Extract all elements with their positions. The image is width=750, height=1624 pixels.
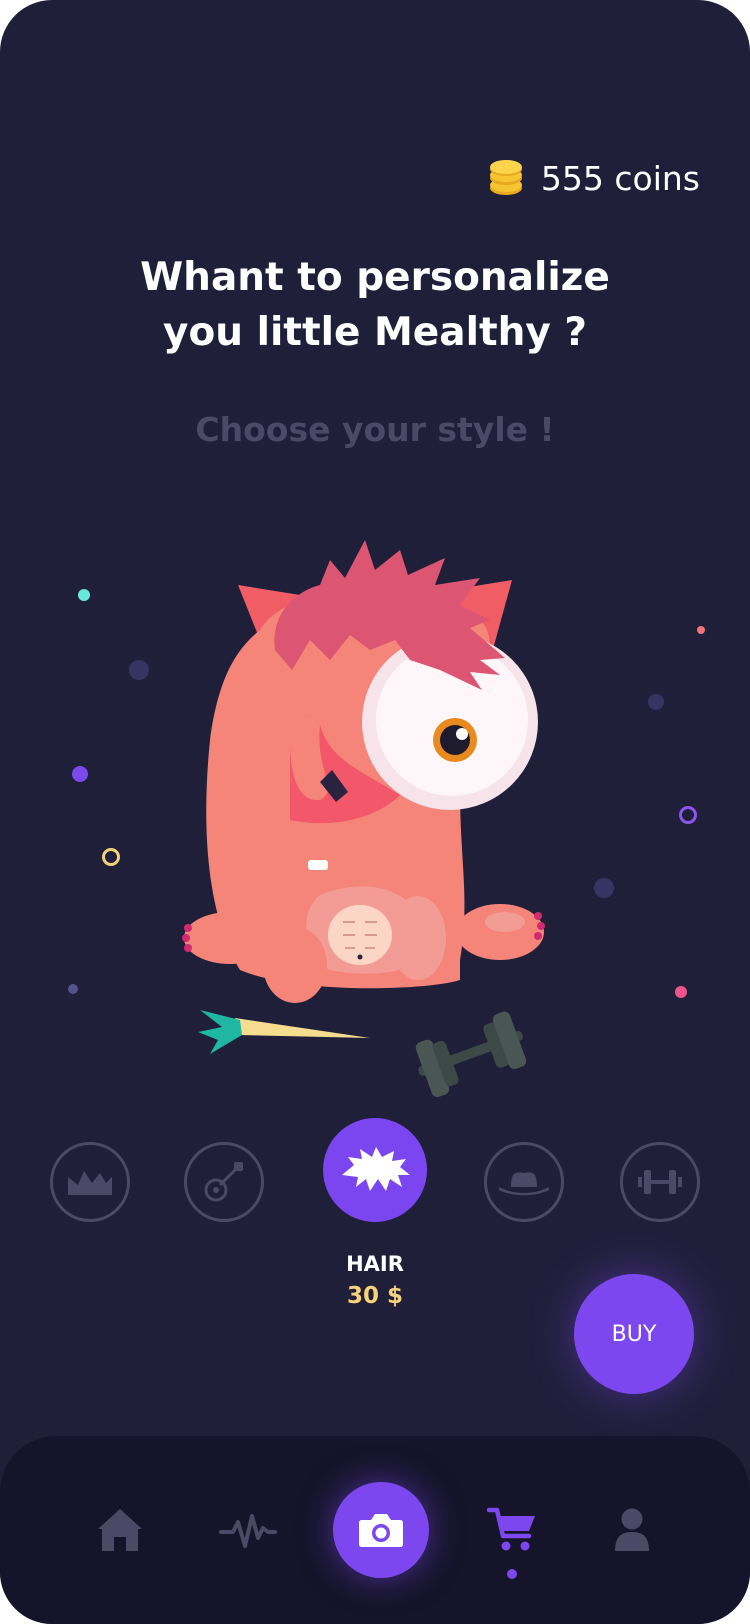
cart-icon bbox=[487, 1507, 535, 1551]
nav-cart[interactable] bbox=[482, 1500, 542, 1560]
nav-camera-button[interactable] bbox=[333, 1482, 429, 1578]
decor-dot bbox=[648, 694, 664, 710]
selected-item-name: HAIR bbox=[346, 1252, 404, 1276]
decor-dot bbox=[68, 984, 78, 994]
hat-icon bbox=[499, 1172, 549, 1196]
coins-icon bbox=[489, 160, 522, 195]
camera-icon bbox=[359, 1514, 403, 1547]
crown-icon bbox=[68, 1171, 112, 1195]
category-hat[interactable] bbox=[484, 1142, 564, 1222]
title-line-1: Whant to personalize bbox=[140, 255, 610, 300]
dumbbell-icon bbox=[638, 1170, 682, 1194]
page-title: Whant to personalize you little Mealthy … bbox=[0, 250, 750, 360]
decor-dot bbox=[697, 626, 705, 634]
nav-activity[interactable] bbox=[218, 1500, 278, 1560]
mealthy-monster-illustration bbox=[182, 540, 545, 1098]
decor-dot bbox=[102, 848, 120, 866]
home-icon bbox=[98, 1509, 142, 1551]
decor-dot bbox=[679, 806, 697, 824]
nav-profile[interactable] bbox=[602, 1500, 662, 1560]
category-crown[interactable] bbox=[50, 1142, 130, 1222]
coins-label: 555 coins bbox=[540, 158, 700, 198]
buy-button[interactable]: BUY bbox=[574, 1274, 694, 1394]
screen: 555 coins Whant to personalize you littl… bbox=[0, 0, 750, 1624]
guitar-icon bbox=[204, 1162, 243, 1202]
nav-home[interactable] bbox=[90, 1500, 150, 1560]
coins-balance: 555 coins bbox=[489, 150, 700, 206]
page-subtitle: Choose your style ! bbox=[195, 410, 555, 449]
hair-icon bbox=[342, 1147, 410, 1191]
decor-dot bbox=[594, 878, 614, 898]
profile-icon bbox=[615, 1508, 649, 1551]
category-dumbbell[interactable] bbox=[620, 1142, 700, 1222]
title-line-2: you little Mealthy ? bbox=[163, 310, 587, 355]
category-hair[interactable] bbox=[323, 1118, 427, 1222]
category-guitar[interactable] bbox=[184, 1142, 264, 1222]
decor-dot bbox=[72, 766, 88, 782]
decor-dot bbox=[675, 986, 687, 998]
decor-dot bbox=[129, 660, 149, 680]
decor-dot bbox=[78, 589, 90, 601]
activity-icon bbox=[219, 1514, 277, 1548]
nav-active-indicator bbox=[507, 1569, 517, 1579]
